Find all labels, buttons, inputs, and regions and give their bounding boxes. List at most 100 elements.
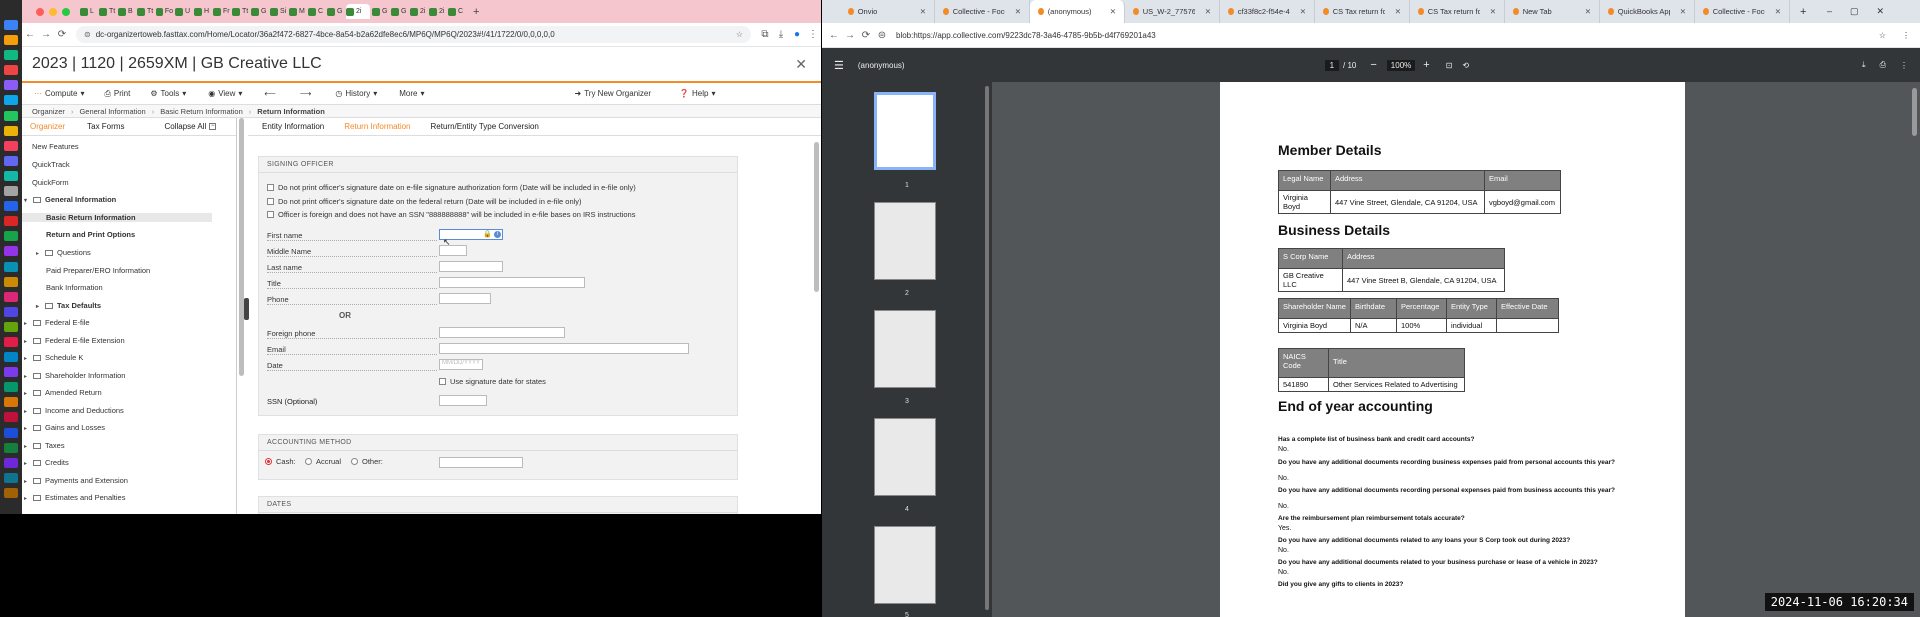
chevron-down-icon[interactable]: ▾ [24,197,33,204]
browser-tab[interactable]: CS Tax return for ✕ [1315,0,1410,23]
phone-input[interactable] [439,293,491,304]
chevron-right-icon[interactable]: ▸ [24,320,33,327]
try-new-organizer-button[interactable]: ➜ Try New Organizer [575,89,652,98]
chevron-right-icon[interactable]: ▸ [24,478,33,485]
thumbnail-page-1[interactable] [874,92,936,170]
view-menu[interactable]: ◉ View ▾ [208,89,242,98]
use-sig-date-checkbox[interactable] [439,378,446,385]
browser-tab[interactable]: Collective - Focus ✕ [935,0,1030,23]
page-number-input[interactable]: 1 [1324,59,1340,71]
sidebar-item[interactable]: ▸ Payments and Extension [24,476,128,485]
browser-tab[interactable]: Onvio ✕ [840,0,935,23]
history-menu[interactable]: ◷ History ▾ [335,89,377,98]
browser-menu-icon[interactable]: ⋮ [805,29,821,40]
middle-name-input[interactable] [439,245,467,256]
download-icon[interactable]: ⤓ [1862,60,1866,70]
window-controls[interactable]: –▢✕ [1827,6,1902,17]
more-options-icon[interactable]: ⋮ [1900,61,1908,70]
sidebar-item[interactable]: ▸ Income and Deductions [24,406,124,415]
sidebar-item[interactable]: ▸ Federal E-file [24,318,90,327]
extensions-icon[interactable]: ⧉ [757,29,773,40]
close-tab-icon[interactable]: ✕ [1490,7,1496,16]
checkbox[interactable] [267,211,274,218]
checkbox[interactable] [267,198,274,205]
bookmark-star-icon[interactable]: ☆ [1879,31,1886,40]
close-tab-icon[interactable]: ✕ [1775,7,1781,16]
chevron-right-icon[interactable]: ▸ [24,390,33,397]
reload-button[interactable]: ⟳ [858,30,874,41]
browser-tab[interactable]: US_W-2_775761 ✕ [1125,0,1220,23]
zoom-level[interactable]: 100% [1386,59,1416,71]
new-tab-button[interactable]: + [1800,6,1806,18]
radio-button[interactable] [265,458,272,465]
date-input[interactable]: MM/DD/YYYY [439,359,483,370]
app-icon[interactable] [4,352,18,363]
ssn-input[interactable] [439,395,487,406]
app-icon[interactable] [4,231,18,242]
tab-return-information[interactable]: Return Information [344,122,410,131]
new-tab-button[interactable]: + [473,6,479,18]
sidebar-item[interactable]: ▸ Tax Defaults [36,301,101,310]
chevron-right-icon[interactable]: ▸ [36,303,45,310]
app-icon[interactable] [4,397,18,408]
sidebar-item[interactable]: ▸ Schedule K [24,353,83,362]
sidebar-item[interactable]: ▸ Federal E-file Extension [24,336,125,345]
rotate-icon[interactable]: ⟲ [1462,61,1469,70]
browser-tab[interactable]: G [391,4,408,19]
breadcrumb-item[interactable]: Organizer [32,107,65,116]
browser-tab[interactable]: Tt [99,4,116,19]
app-icon[interactable] [4,367,18,378]
browser-tab[interactable]: New Tab ✕ [1505,0,1600,23]
app-icon[interactable] [4,487,18,498]
download-icon[interactable]: ⤓ [773,29,789,40]
radio-cash[interactable]: Cash: [265,457,296,466]
zoom-in-button[interactable]: + [1423,59,1429,71]
browser-tab[interactable]: C [448,4,465,19]
tab-organizer[interactable]: Organizer [30,122,65,131]
tools-menu[interactable]: ⚙ Tools ▾ [150,89,186,98]
thumbnail-page-2[interactable] [874,202,936,280]
browser-tab[interactable]: C [308,4,325,19]
content-scrollbar[interactable] [814,142,819,292]
close-tab-icon[interactable]: ✕ [1680,7,1686,16]
app-icon[interactable] [4,427,18,438]
browser-tab[interactable]: Tt [232,4,249,19]
chevron-right-icon[interactable]: ▸ [24,443,33,450]
browser-tab[interactable]: M [289,4,306,19]
browser-tab[interactable]: B [118,4,135,19]
app-icon[interactable] [4,186,18,197]
sidebar-item[interactable]: QuickForm [32,178,69,187]
collapse-all-button[interactable]: Collapse All [164,122,206,131]
app-icon[interactable] [4,95,18,106]
app-icon[interactable] [4,442,18,453]
more-menu[interactable]: More ▾ [399,89,424,98]
print-button[interactable]: ⎙ Print [104,89,130,99]
close-window-button[interactable] [36,7,44,16]
close-tab-icon[interactable]: ✕ [1300,7,1306,16]
chevron-right-icon[interactable]: ▸ [36,250,45,257]
sidebar-item[interactable]: ▸ Taxes [24,441,65,450]
browser-tab[interactable]: QuickBooks App ✕ [1600,0,1695,23]
url-text[interactable]: blob:https://app.collective.com/9223dc78… [896,31,1156,40]
thumbnail-page-4[interactable] [874,418,936,496]
app-icon[interactable] [4,65,18,76]
app-icon[interactable] [4,261,18,272]
app-icon[interactable] [4,291,18,302]
close-icon[interactable]: ✕ [795,56,807,73]
browser-tab[interactable]: Si [270,4,287,19]
close-tab-icon[interactable]: ✕ [1395,7,1401,16]
title-input[interactable] [439,277,585,288]
thumbnail-page-5[interactable] [874,526,936,604]
next-arrow-button[interactable]: ⟶ [300,89,311,98]
app-icon[interactable] [4,125,18,136]
last-name-input[interactable] [439,261,503,272]
browser-tab[interactable]: Collective - Focus ✕ [1695,0,1790,23]
hamburger-menu-icon[interactable]: ☰ [834,59,844,72]
app-icon[interactable] [4,80,18,91]
zoom-window-button[interactable] [62,7,70,16]
minimize-window-button[interactable] [49,7,57,16]
app-icon[interactable] [4,110,18,121]
sidebar-item[interactable]: ▸ Credits [24,458,69,467]
breadcrumb-item[interactable]: Basic Return Information [160,107,243,116]
chevron-right-icon[interactable]: ▸ [24,408,33,415]
